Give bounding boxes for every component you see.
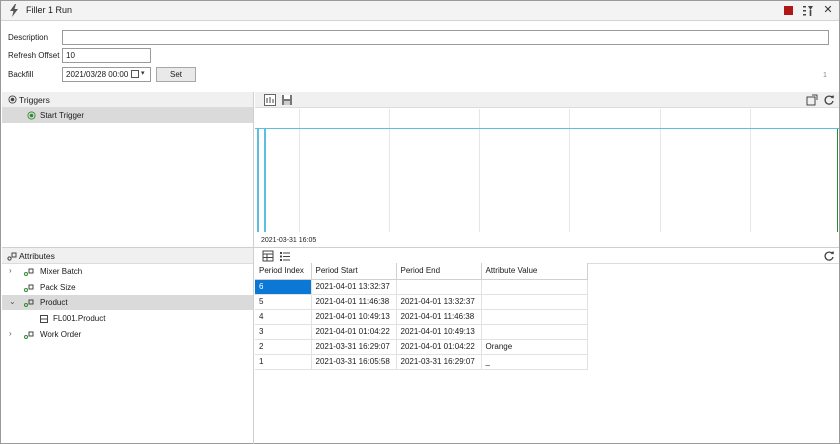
table-cell[interactable] <box>481 324 588 340</box>
table-cell[interactable]: 2 <box>255 339 312 355</box>
trigger-timeline-chart <box>255 109 839 232</box>
table-row[interactable]: 5 2021-04-01 11:46:38 2021-04-01 13:32:3… <box>255 294 588 310</box>
chart-view-icon[interactable] <box>264 94 276 106</box>
chevron-right-icon[interactable]: › <box>9 266 12 275</box>
tree-item-label: FL001.Product <box>53 314 106 323</box>
table-cell[interactable]: 2021-04-01 01:04:22 <box>396 339 482 355</box>
table-cell[interactable]: 2021-04-01 13:32:37 <box>396 294 482 310</box>
attribute-icon <box>24 268 34 276</box>
table-cell[interactable]: 3 <box>255 324 312 340</box>
refresh-icon[interactable] <box>823 250 835 262</box>
run-window: Filler 1 Run ✕ Description Refresh Offse… <box>0 0 840 444</box>
triggers-title: Triggers <box>19 95 50 105</box>
table-cell[interactable] <box>481 294 588 310</box>
table-cell[interactable]: 2021-04-01 10:49:13 <box>311 309 397 325</box>
table-cell[interactable]: 6 <box>255 279 312 295</box>
table-cell[interactable]: Orange <box>481 339 588 355</box>
set-button[interactable]: Set <box>156 67 196 82</box>
attributes-title: Attributes <box>19 251 55 261</box>
description-input[interactable] <box>62 30 829 45</box>
trigger-start-marker-2 <box>264 129 266 232</box>
save-image-icon[interactable] <box>281 94 293 106</box>
calendar-icon[interactable] <box>131 70 139 78</box>
page-number: 1 <box>823 72 827 79</box>
table-cell[interactable]: 2021-04-01 13:32:37 <box>311 279 397 295</box>
table-cell[interactable]: 2021-03-31 16:05:58 <box>311 354 397 370</box>
tree-item-label: Work Order <box>40 330 82 339</box>
chart-gridlines <box>299 109 751 232</box>
description-label: Description <box>8 33 49 42</box>
attribute-icon <box>24 299 34 307</box>
table-cell[interactable]: 2021-04-01 11:46:38 <box>311 294 397 310</box>
tree-item-work-order[interactable]: › Work Order <box>2 327 253 342</box>
attribute-icon <box>7 252 17 261</box>
tree-item-label: Start Trigger <box>40 111 85 120</box>
backfill-value: 2021/03/28 00:00 <box>66 70 129 79</box>
trigger-start-marker <box>257 129 259 232</box>
backfill-label: Backfill <box>8 70 34 79</box>
popout-icon[interactable] <box>806 94 818 106</box>
triggers-header: Triggers <box>2 92 253 108</box>
table-row[interactable]: 1 2021-03-31 16:05:58 2021-03-31 16:29:0… <box>255 354 588 370</box>
table-cell[interactable] <box>396 279 482 295</box>
table-cell[interactable]: 5 <box>255 294 312 310</box>
options-menu-icon[interactable] <box>802 4 814 17</box>
chevron-right-icon[interactable]: › <box>9 329 12 338</box>
list-view-icon[interactable] <box>279 250 291 262</box>
column-header-period-end[interactable]: Period End <box>396 263 482 280</box>
refresh-icon[interactable] <box>823 94 835 106</box>
table-row[interactable]: 6 2021-04-01 13:32:37 <box>255 279 588 295</box>
table-cell[interactable]: 2021-03-31 16:29:07 <box>396 354 482 370</box>
table-cell[interactable]: 2021-04-01 11:46:38 <box>396 309 482 325</box>
table-cell[interactable]: 2021-03-31 16:29:07 <box>311 339 397 355</box>
column-header-period-start[interactable]: Period Start <box>311 263 397 280</box>
table-cell[interactable]: 2021-04-01 10:49:13 <box>396 324 482 340</box>
chevron-down-icon[interactable]: ▾ <box>141 70 148 78</box>
tree-item-fl001-product[interactable]: FL001.Product <box>2 311 253 326</box>
table-cell[interactable]: 2021-04-01 01:04:22 <box>311 324 397 340</box>
table-view-icon[interactable] <box>262 250 274 262</box>
stop-button[interactable] <box>784 6 793 15</box>
tree-item-product[interactable]: ⌄ Product <box>2 295 253 310</box>
title-bar: Filler 1 Run ✕ <box>1 1 839 21</box>
trigger-icon <box>8 95 17 104</box>
tree-item-mixer-batch[interactable]: › Mixer Batch <box>2 264 253 279</box>
refresh-offset-label: Refresh Offset <box>8 51 60 60</box>
trigger-icon <box>27 111 36 120</box>
tree-item-label: Pack Size <box>40 283 76 292</box>
vertical-splitter[interactable] <box>253 92 254 444</box>
window-title: Filler 1 Run <box>26 5 73 15</box>
tree-item-start-trigger[interactable]: Start Trigger <box>2 108 253 123</box>
grid-toolbar <box>255 248 839 264</box>
column-header-attribute-value[interactable]: Attribute Value <box>481 263 588 280</box>
tree-item-pack-size[interactable]: Pack Size <box>2 280 253 295</box>
tree-item-label: Product <box>40 298 68 307</box>
column-header-period-index[interactable]: Period Index <box>255 263 312 280</box>
table-cell[interactable]: 1 <box>255 354 312 370</box>
table-row[interactable]: 3 2021-04-01 01:04:22 2021-04-01 10:49:1… <box>255 324 588 340</box>
chart-timestamp: 2021-03-31 16:05 <box>261 237 317 244</box>
table-cell[interactable]: _ <box>481 354 588 370</box>
table-cell[interactable]: 4 <box>255 309 312 325</box>
table-row[interactable]: 4 2021-04-01 10:49:13 2021-04-01 11:46:3… <box>255 309 588 325</box>
attribute-icon <box>24 284 34 292</box>
attribute-periods-table: Period Index Period Start Period End Att… <box>255 263 588 370</box>
attribute-icon <box>24 331 34 339</box>
table-cell[interactable] <box>481 279 588 295</box>
attributes-header: Attributes <box>2 248 253 264</box>
table-header-row: Period Index Period Start Period End Att… <box>255 263 588 280</box>
close-icon[interactable]: ✕ <box>822 3 834 17</box>
chevron-down-icon[interactable]: ⌄ <box>9 297 16 306</box>
tree-item-label: Mixer Batch <box>40 267 83 276</box>
table-row[interactable]: 2 2021-03-31 16:29:07 2021-04-01 01:04:2… <box>255 339 588 355</box>
table-cell[interactable] <box>481 309 588 325</box>
lightning-icon <box>10 4 18 17</box>
refresh-offset-input[interactable] <box>62 48 151 63</box>
chart-toolbar <box>255 92 839 108</box>
field-icon <box>40 315 48 323</box>
